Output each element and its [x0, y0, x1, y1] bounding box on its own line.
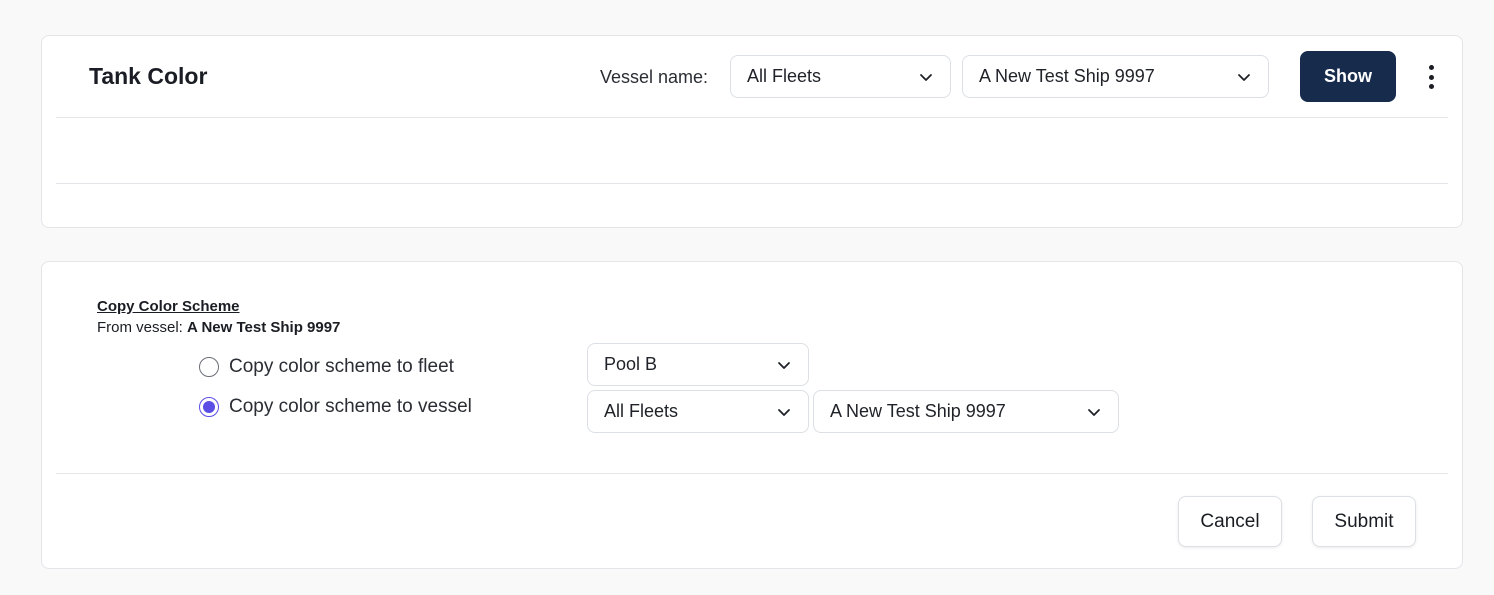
- radio-checked[interactable]: [199, 397, 219, 417]
- target-fleet-select[interactable]: Pool B: [587, 343, 809, 386]
- fleet-select[interactable]: All Fleets: [730, 55, 951, 98]
- vessel-select-value: A New Test Ship 9997: [979, 66, 1155, 86]
- divider: [56, 117, 1448, 118]
- submit-button[interactable]: Submit: [1312, 496, 1416, 547]
- divider: [56, 473, 1448, 474]
- cancel-button[interactable]: Cancel: [1178, 496, 1282, 547]
- target-vessel-fleet-select[interactable]: All Fleets: [587, 390, 809, 433]
- vessel-name-label: Vessel name:: [600, 67, 709, 87]
- page-title: Tank Color: [89, 63, 208, 89]
- from-vessel-name: A New Test Ship 9997: [187, 319, 341, 336]
- from-vessel-line: From vessel: A New Test Ship 9997: [97, 319, 340, 336]
- divider: [56, 183, 1448, 184]
- target-vessel-fleet-value: All Fleets: [604, 401, 679, 421]
- tank-color-panel: Tank Color Vessel name: All Fleets A New…: [41, 35, 1463, 228]
- chevron-down-icon: [778, 408, 790, 416]
- target-fleet-value: Pool B: [604, 354, 658, 374]
- show-button[interactable]: Show: [1300, 51, 1396, 102]
- fleet-select-value: All Fleets: [747, 66, 822, 86]
- radio-copy-to-vessel[interactable]: Copy color scheme to vessel: [199, 396, 472, 418]
- from-vessel-prefix: From vessel:: [97, 319, 188, 336]
- target-vessel-value: A New Test Ship 9997: [830, 401, 1006, 421]
- chevron-down-icon: [1088, 408, 1100, 416]
- chevron-down-icon: [1238, 73, 1250, 81]
- radio-unchecked[interactable]: [199, 357, 219, 377]
- vessel-select[interactable]: A New Test Ship 9997: [962, 55, 1269, 98]
- copy-color-scheme-panel: Copy Color Scheme From vessel: A New Tes…: [41, 261, 1463, 569]
- radio-label: Copy color scheme to fleet: [229, 356, 454, 377]
- radio-label: Copy color scheme to vessel: [229, 396, 472, 417]
- chevron-down-icon: [778, 361, 790, 369]
- kebab-menu-icon[interactable]: [1420, 63, 1442, 91]
- copy-scheme-heading: Copy Color Scheme: [97, 298, 240, 315]
- radio-copy-to-fleet[interactable]: Copy color scheme to fleet: [199, 356, 454, 378]
- target-vessel-select[interactable]: A New Test Ship 9997: [813, 390, 1119, 433]
- chevron-down-icon: [920, 73, 932, 81]
